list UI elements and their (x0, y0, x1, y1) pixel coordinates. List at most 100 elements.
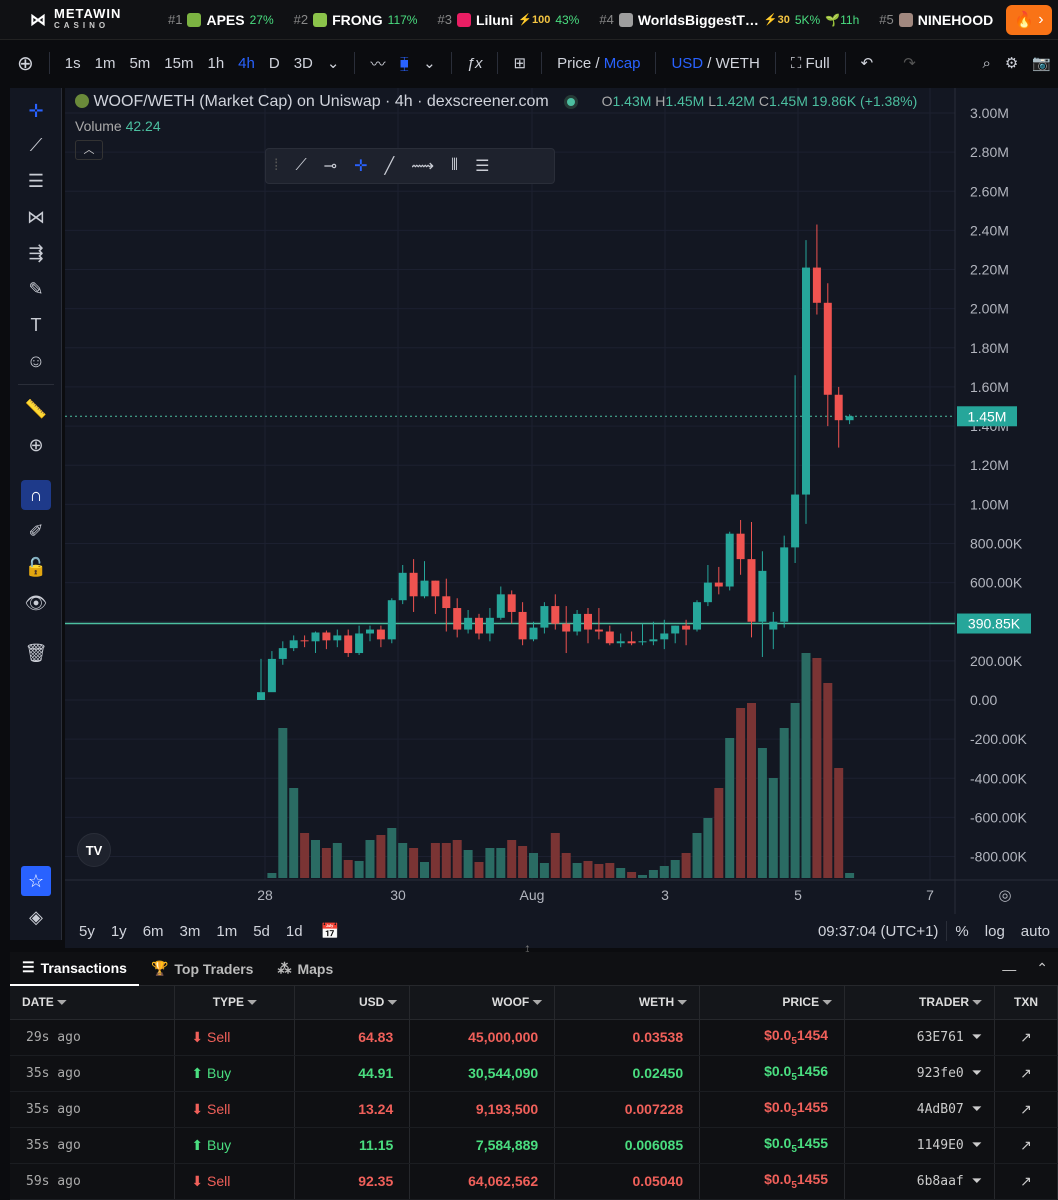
maximize-icon[interactable]: ⌃ (1026, 960, 1058, 977)
ticker-item[interactable]: #3 Liluni ⚡100 43% (437, 12, 579, 28)
table-row[interactable]: 35s ago ⬆ Buy 44.91 30,544,090 0.02450 $0.051… (10, 1055, 1058, 1092)
add-indicator-icon[interactable]: ⊕ (10, 51, 41, 76)
chevron-down-icon[interactable]: ⌄ (320, 54, 347, 72)
column-header-date[interactable]: DATE ⏷ (10, 986, 176, 1020)
table-row[interactable]: 59s ago ⬇ Sell 92.35 64,062,562 0.05040 $0.05… (10, 1163, 1058, 1200)
horizontal-ray-icon[interactable]: ⊸ (324, 156, 337, 176)
ruler-icon[interactable]: 📏 (21, 394, 51, 424)
filter-icon[interactable]: ⏷ (533, 995, 543, 1009)
indicators-fx-icon[interactable]: ƒx (460, 55, 490, 72)
range-5d[interactable]: 5d (245, 923, 278, 940)
trendline-icon[interactable]: ⟋ (295, 157, 306, 175)
tab-maps[interactable]: ⁂ Maps (265, 952, 345, 986)
fullscreen-button[interactable]: ⛶ Full (784, 55, 837, 72)
fib-lines-icon[interactable]: ☰ (21, 166, 51, 196)
trendline-icon[interactable]: ⟋ (21, 130, 51, 160)
price-toggle[interactable]: Price / Mcap (550, 55, 647, 72)
bars-pattern-icon[interactable]: ⦀ (451, 157, 458, 175)
settings-gear-icon[interactable]: ⚙ (998, 54, 1025, 72)
layers-icon[interactable]: ◈ (21, 902, 51, 932)
txn-link-icon[interactable]: ↗ (994, 1127, 1058, 1164)
filter-icon[interactable]: ⏷ (972, 1138, 982, 1153)
metawin-logo[interactable]: ⋈ METAWIN CASINO (0, 7, 160, 32)
crosshair-icon[interactable]: ✛ (354, 156, 367, 176)
price-chart[interactable]: 3.00M 2.80M 2.60M 2.40M 2.20M 2.00M 1.80M 1.60M… (65, 88, 1058, 948)
pattern-icon[interactable]: ⋈ (21, 202, 51, 232)
trader-cell[interactable]: 923fe0 ⏷ (844, 1055, 995, 1092)
fire-button[interactable]: 🔥 › (1006, 5, 1052, 35)
txn-link-icon[interactable]: ↗ (994, 1055, 1058, 1092)
collapse-legend-button[interactable]: ︿ (75, 140, 103, 160)
candles-icon[interactable]: ⧯ (392, 55, 416, 72)
interval-1s[interactable]: 1s (58, 55, 88, 72)
filter-icon[interactable]: ⏷ (972, 1066, 982, 1081)
path-icon[interactable]: ⟿ (411, 156, 434, 176)
interval-1m[interactable]: 1m (88, 55, 123, 72)
projection-icon[interactable]: ⇶ (21, 238, 51, 268)
chart-canvas[interactable]: 3.00M 2.80M 2.60M 2.40M 2.20M 2.00M 1.80M 1.60M… (65, 88, 1058, 914)
range-6m[interactable]: 6m (135, 923, 172, 940)
quick-search-icon[interactable]: ⌕ (975, 55, 997, 72)
table-row[interactable]: 29s ago ⬇ Sell 64.83 45,000,000 0.03538 $0.05… (10, 1019, 1058, 1056)
table-row[interactable]: 35s ago ⬇ Sell 13.24 9,193,500 0.007228 $0.05… (10, 1091, 1058, 1128)
interval-1h[interactable]: 1h (200, 55, 231, 72)
drag-handle-icon[interactable]: ⁞ (274, 157, 278, 175)
tab-top-traders[interactable]: 🏆 Top Traders (139, 952, 266, 986)
interval-3D[interactable]: 3D (287, 55, 320, 72)
column-header-trader[interactable]: TRADER ⏷ (844, 986, 995, 1020)
axis-settings-icon[interactable]: ◎ (998, 887, 1011, 904)
auto-scale-toggle[interactable]: auto (1013, 923, 1058, 940)
goto-date-icon[interactable]: 📅 (321, 922, 340, 940)
filter-icon[interactable]: ⏷ (57, 995, 67, 1009)
favorites-star-icon[interactable]: ☆ (21, 866, 51, 896)
filter-icon[interactable]: ⏷ (972, 1174, 982, 1189)
tab-transactions[interactable]: ☰ Transactions (10, 952, 139, 986)
range-1y[interactable]: 1y (103, 923, 135, 940)
ticker-item[interactable]: #1 APES 27% (168, 12, 274, 28)
filter-icon[interactable]: ⏷ (972, 995, 982, 1009)
brush-icon[interactable]: ✎ (21, 274, 51, 304)
percent-scale-toggle[interactable]: % (947, 923, 976, 940)
trader-cell[interactable]: 1149E0 ⏷ (844, 1127, 995, 1164)
txn-link-icon[interactable]: ↗ (994, 1019, 1058, 1056)
minimize-icon[interactable]: — (992, 961, 1026, 977)
filter-icon[interactable]: ⏷ (972, 1102, 982, 1117)
crosshair-icon[interactable]: ✛ (21, 96, 51, 126)
filter-icon[interactable]: ⏷ (822, 995, 832, 1009)
chevron-down-icon[interactable]: ⌄ (416, 54, 443, 72)
eye-icon[interactable]: 👁 (21, 588, 51, 618)
filter-icon[interactable]: ⏷ (678, 995, 688, 1009)
currency-toggle[interactable]: USD / WETH (664, 55, 766, 72)
txn-link-icon[interactable]: ↗ (994, 1163, 1058, 1200)
trader-cell[interactable]: 6b8aaf ⏷ (844, 1163, 995, 1200)
emoji-icon[interactable]: ☺ (21, 346, 51, 376)
text-tool-icon[interactable]: T (21, 310, 51, 340)
filter-icon[interactable]: ⏷ (972, 1030, 982, 1045)
unlock-icon[interactable]: 🔓 (21, 552, 51, 582)
ticker-item[interactable]: #5 NINEHOOD (879, 12, 993, 28)
trader-cell[interactable]: 4AdB07 ⏷ (844, 1091, 995, 1128)
magnet-icon[interactable]: ∩ (21, 480, 51, 510)
log-scale-toggle[interactable]: log (977, 923, 1013, 940)
column-header-weth[interactable]: WETH ⏷ (554, 986, 701, 1020)
ticker-item[interactable]: #2 FRONG 117% (294, 12, 418, 28)
undo-icon[interactable]: ↶ (854, 54, 881, 72)
interval-4h[interactable]: 4h (231, 55, 262, 72)
lock-drawings-icon[interactable]: ✐ (21, 516, 51, 546)
range-3m[interactable]: 3m (172, 923, 209, 940)
line-icon[interactable]: ╱ (384, 156, 394, 176)
zoom-in-icon[interactable]: ⊕ (21, 430, 51, 460)
camera-icon[interactable]: 📷 (1025, 54, 1058, 72)
lines-menu-icon[interactable]: ☰ (475, 156, 489, 176)
column-header-woof[interactable]: WOOF ⏷ (409, 986, 556, 1020)
range-1d[interactable]: 1d (278, 923, 311, 940)
line-chart-icon[interactable]: 〰 (363, 53, 392, 74)
interval-15m[interactable]: 15m (157, 55, 200, 72)
chart-clock[interactable]: 09:37:04 (UTC+1) (810, 923, 946, 940)
filter-icon[interactable]: ⏷ (247, 995, 257, 1009)
range-1m[interactable]: 1m (208, 923, 245, 940)
column-header-txn[interactable]: TXN (994, 986, 1058, 1020)
column-header-price[interactable]: PRICE ⏷ (699, 986, 846, 1020)
layout-grid-icon[interactable]: ⊞ (506, 54, 533, 72)
tradingview-logo[interactable]: TV (77, 833, 111, 867)
